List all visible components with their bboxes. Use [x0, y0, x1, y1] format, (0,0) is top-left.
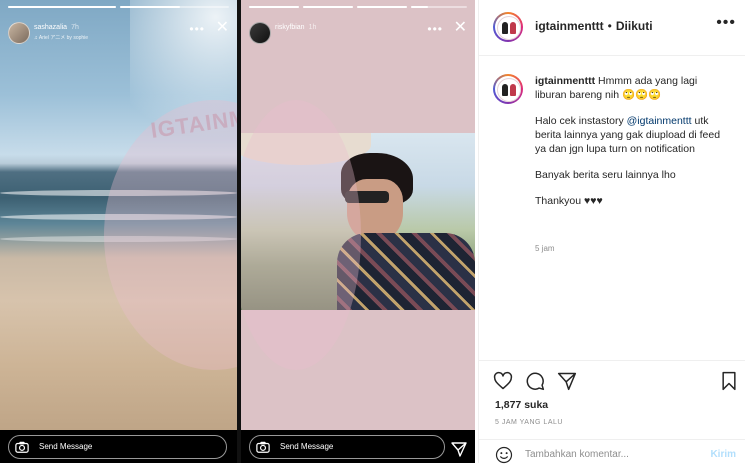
- post-time: 5 JAM YANG LALU: [495, 419, 563, 426]
- story-username[interactable]: sashazalia 7h: [34, 24, 79, 31]
- like-count[interactable]: 1,877 suka: [495, 399, 548, 411]
- caption-text: Banyak berita seru lainnya lho: [535, 169, 676, 181]
- post-header: igtainmenttt • Diikuti •••: [479, 0, 745, 56]
- bookmark-icon[interactable]: [719, 371, 739, 391]
- story-progress-segment: [249, 6, 299, 8]
- story-username-text[interactable]: riskyfbian: [275, 24, 305, 31]
- story-header: riskyfbian 1h ••• ✕: [249, 18, 467, 46]
- story-avatar[interactable]: [249, 22, 271, 44]
- story-time: 7h: [71, 24, 79, 31]
- comment-input[interactable]: Tambahkan komentar...: [525, 449, 629, 460]
- comment-icon[interactable]: [525, 371, 545, 391]
- caption-avatar[interactable]: [493, 74, 523, 104]
- story-right[interactable]: riskyfbian 1h ••• ✕ Send Message: [241, 0, 475, 463]
- profile-avatar[interactable]: [493, 12, 523, 42]
- camera-icon[interactable]: [256, 440, 270, 454]
- post-caption: igtainmenttt Hmmm ada yang lagi liburan …: [535, 74, 731, 220]
- story-progress-segment: [357, 6, 407, 8]
- caption-username[interactable]: igtainmenttt: [535, 75, 595, 87]
- caption-timestamp: 5 jam: [535, 244, 555, 253]
- send-message-input[interactable]: Send Message: [8, 435, 227, 459]
- header-separator: •: [607, 19, 612, 33]
- story-progress-segment: [411, 6, 467, 8]
- following-button[interactable]: Diikuti: [616, 19, 653, 33]
- direct-share-icon[interactable]: [451, 441, 467, 457]
- post-author-username[interactable]: igtainmenttt: [535, 19, 604, 33]
- story-username-text[interactable]: sashazalia: [34, 24, 67, 31]
- story-music[interactable]: ♫ Ariel ア二メ by sophie: [34, 34, 88, 41]
- post-actions: 1,877 suka 5 JAM YANG LALU Tambahkan kom…: [479, 360, 745, 464]
- close-icon[interactable]: ✕: [454, 20, 467, 36]
- more-options-icon[interactable]: •••: [427, 22, 443, 36]
- share-icon[interactable]: [557, 371, 577, 391]
- post-author: igtainmenttt • Diikuti: [535, 19, 653, 33]
- story-avatar[interactable]: [8, 22, 30, 44]
- story-header: sashazalia 7h ♫ Ariel ア二メ by sophie ••• ✕: [8, 18, 229, 46]
- add-comment-row: Tambahkan komentar... Kirim: [479, 439, 745, 465]
- caption-text: Thankyou ♥♥♥: [535, 195, 603, 207]
- send-message-placeholder: Send Message: [280, 442, 334, 451]
- heart-icon[interactable]: [493, 371, 513, 391]
- send-message-placeholder: Send Message: [39, 442, 93, 451]
- story-progress-segment: [303, 6, 353, 8]
- story-left[interactable]: IGTAINMENTTT sashazalia 7h ♫ Ariel ア二メ by…: [0, 0, 237, 463]
- post-panel: igtainmenttt • Diikuti ••• igtainmenttt Hm…: [478, 0, 745, 464]
- close-icon[interactable]: ✕: [216, 20, 229, 36]
- more-options-icon[interactable]: •••: [189, 22, 205, 36]
- story-progress-segment: [120, 6, 229, 8]
- caption-text: Halo cek instastory: [535, 115, 627, 127]
- camera-icon[interactable]: [15, 440, 29, 454]
- emoji-icon[interactable]: [495, 446, 513, 464]
- story-progress-segment: [8, 6, 116, 8]
- caption-mention-link[interactable]: @igtainmenttt: [627, 115, 692, 127]
- story-time: 1h: [308, 24, 317, 31]
- send-message-input[interactable]: Send Message: [249, 435, 445, 459]
- more-options-icon[interactable]: •••: [716, 14, 736, 32]
- post-comment-button[interactable]: Kirim: [710, 449, 736, 460]
- story-username[interactable]: riskyfbian 1h: [275, 24, 316, 31]
